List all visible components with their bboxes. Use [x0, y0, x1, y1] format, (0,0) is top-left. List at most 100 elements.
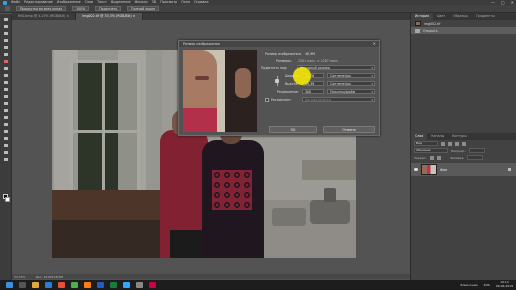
mouse-cursor-highlight: [293, 67, 311, 85]
edge-icon[interactable]: [45, 282, 52, 288]
app-icon[interactable]: [136, 282, 143, 288]
hand-tool-icon-2[interactable]: [3, 143, 9, 148]
opacity-label: Непрозр.:: [451, 148, 467, 153]
tab-img-bmp[interactable]: IMG.bmp @ 4,25% (RGB/8#) ×: [12, 13, 77, 20]
height-unit-select[interactable]: Сантиметры: [327, 81, 375, 86]
explorer-icon[interactable]: [32, 282, 39, 288]
shape-tool-icon[interactable]: [3, 136, 9, 141]
tab-layers[interactable]: Слои: [411, 133, 428, 140]
lock-position-icon[interactable]: [437, 155, 442, 160]
start-icon[interactable]: [6, 282, 13, 288]
zoom-tool-icon[interactable]: [3, 150, 9, 155]
resolution-label: Разрешение:: [277, 90, 299, 94]
history-brush-tool-icon[interactable]: [3, 80, 9, 85]
opacity-input[interactable]: [469, 148, 486, 153]
gradient-tool-icon[interactable]: [3, 94, 9, 99]
layer-filter-select[interactable]: Вид: [414, 141, 438, 146]
filter-adjust-icon[interactable]: [448, 141, 452, 146]
filter-type-icon[interactable]: [455, 141, 459, 146]
resample-select[interactable]: Автоматически: [302, 97, 375, 102]
history-snapshot[interactable]: img002.tif: [411, 20, 516, 27]
dimensions-label: Размеры:: [276, 59, 292, 63]
snapshot-thumbnail: [415, 21, 421, 26]
cancel-button[interactable]: Отмена: [323, 126, 375, 133]
more-tools-icon[interactable]: [3, 157, 9, 162]
clock[interactable]: 19:10 06.06.2019: [496, 281, 513, 288]
tray-text: Бликсонии: [460, 283, 478, 287]
dodge-tool-icon[interactable]: [3, 108, 9, 113]
windows-taskbar: [0, 280, 516, 290]
right-panels: История Цвет Образцы Градиенты img002.ti…: [410, 13, 516, 280]
resolution-input[interactable]: 300: [302, 89, 324, 94]
tab-img002-tif[interactable]: img002.tif @ 33,3% (RGB/8#) ×: [76, 13, 143, 20]
zoom-100-button[interactable]: 100%: [72, 6, 90, 11]
tools-panel: [0, 14, 12, 280]
lasso-tool-icon[interactable]: [3, 31, 9, 36]
history-step-label: Открыть: [423, 28, 438, 33]
healing-brush-tool-icon[interactable]: [3, 59, 9, 64]
path-select-tool-icon[interactable]: [3, 129, 9, 134]
clone-stamp-tool-icon[interactable]: [3, 73, 9, 78]
dimensions-value: 2581 пикс. × 2287 пикс.: [298, 59, 339, 63]
tab-channels[interactable]: Каналы: [427, 133, 448, 140]
tab-paths[interactable]: Контуры: [448, 133, 471, 140]
fit-screen-button[interactable]: Подогнать: [95, 6, 122, 11]
fill-input[interactable]: [467, 155, 484, 160]
tab-history[interactable]: История: [411, 13, 433, 20]
resolution-unit-select[interactable]: Пикселы/дюйм: [327, 89, 375, 94]
pen-tool-icon[interactable]: [3, 115, 9, 120]
chrome-icon[interactable]: [71, 282, 78, 288]
word-icon[interactable]: [97, 282, 104, 288]
layer-filter-row: Вид: [411, 140, 516, 147]
system-tray: Бликсонии RUS 19:10 06.06.2019: [461, 280, 513, 290]
layer-name: Фон: [440, 167, 448, 172]
eraser-tool-icon[interactable]: [3, 87, 9, 92]
photoshop-taskbar-icon[interactable]: [123, 282, 130, 288]
chain-link-icon[interactable]: [275, 79, 279, 83]
type-tool-icon[interactable]: [3, 122, 9, 127]
preview-mouth: [195, 76, 209, 80]
image-size-dialog: Размер изображения ✕ Размер изображения:…: [178, 40, 380, 136]
filter-pixel-icon[interactable]: [441, 141, 445, 146]
marquee-tool-icon[interactable]: [3, 24, 9, 29]
tab-color[interactable]: Цвет: [433, 13, 449, 20]
tab-swatches[interactable]: Образцы: [449, 13, 472, 20]
dialog-preview[interactable]: [183, 50, 257, 132]
media-icon[interactable]: [149, 282, 156, 288]
eye-icon[interactable]: [414, 168, 418, 171]
width-unit-select[interactable]: Сантиметры: [327, 73, 375, 78]
image-size-value: 48,9М: [305, 52, 315, 56]
blur-tool-icon[interactable]: [3, 101, 9, 106]
tab-gradients[interactable]: Градиенты: [472, 13, 499, 20]
image-size-label: Размер изображения:: [265, 52, 302, 56]
eyedropper-tool-icon[interactable]: [3, 52, 9, 57]
layer-background[interactable]: Фон: [411, 163, 516, 176]
layer-thumbnail: [421, 164, 437, 175]
background-color-swatch[interactable]: [5, 197, 10, 202]
search-icon[interactable]: [19, 282, 26, 288]
lock-pixels-icon[interactable]: [430, 155, 435, 160]
quick-select-tool-icon[interactable]: [3, 38, 9, 43]
brush-tool-icon[interactable]: [3, 66, 9, 71]
language-indicator[interactable]: RUS: [484, 283, 490, 287]
ok-button[interactable]: OK: [269, 126, 317, 133]
fit-to-label: Подогнать под:: [261, 66, 288, 70]
excel-icon[interactable]: [110, 282, 117, 288]
blend-mode-select[interactable]: Обычные: [414, 148, 448, 153]
fill-screen-button[interactable]: Полный экран: [127, 6, 159, 11]
dialog-titlebar[interactable]: Размер изображения ✕: [179, 41, 379, 47]
zoom-level[interactable]: 33,33%: [14, 275, 25, 279]
crop-tool-icon[interactable]: [3, 45, 9, 50]
resample-checkbox[interactable]: [265, 98, 269, 102]
firefox-icon[interactable]: [84, 282, 91, 288]
history-step-open[interactable]: Открыть: [411, 27, 516, 34]
close-icon[interactable]: ✕: [373, 41, 376, 47]
scroll-all-windows-checkbox[interactable]: Прокрутка во всех окнах: [16, 6, 67, 11]
hand-tool-icon[interactable]: [5, 6, 10, 11]
move-tool-icon[interactable]: [3, 17, 9, 22]
filter-shape-icon[interactable]: [462, 141, 466, 146]
opera-icon[interactable]: [58, 282, 65, 288]
layers-panel-tabs: Слои Каналы Контуры: [411, 133, 516, 140]
photoshop-logo-icon: [3, 0, 7, 5]
lock-label: Закреп.:: [414, 155, 428, 160]
